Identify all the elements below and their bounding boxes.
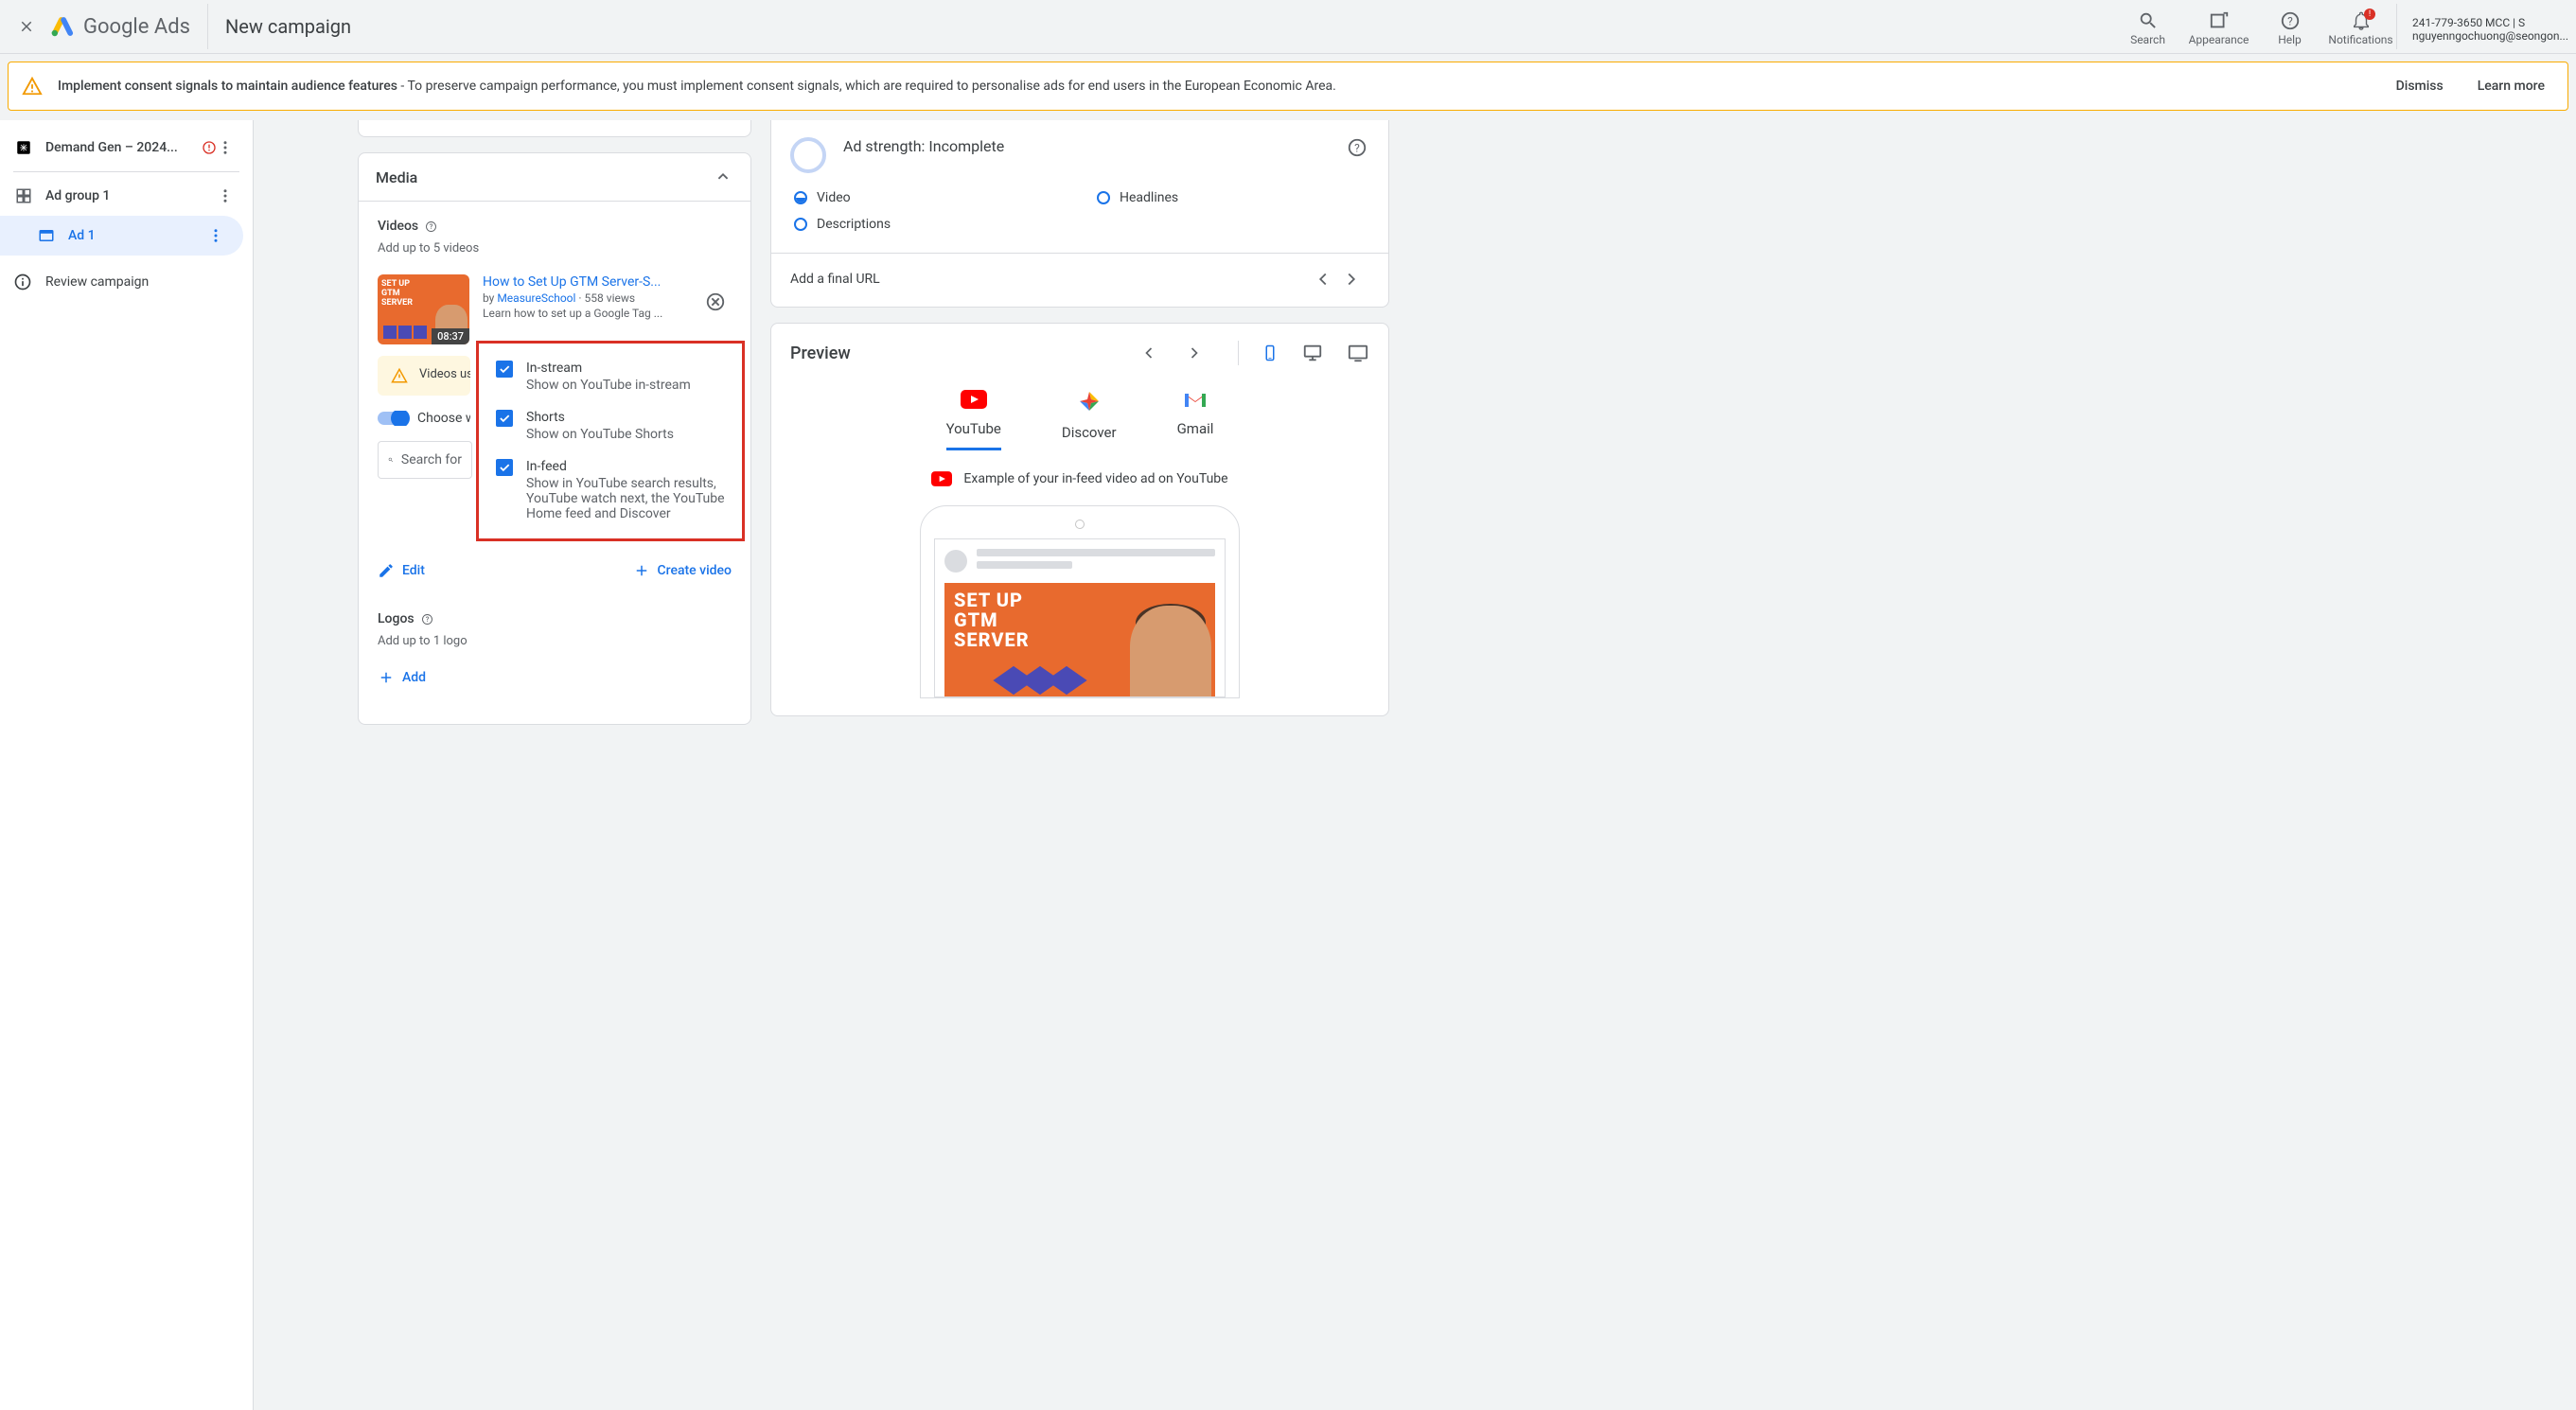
adgroup-icon bbox=[13, 185, 34, 206]
instream-sublabel: Show on YouTube in-stream bbox=[526, 378, 691, 393]
shorts-sublabel: Show on YouTube Shorts bbox=[526, 427, 674, 442]
edit-button[interactable]: Edit bbox=[378, 562, 425, 579]
search-button[interactable]: Search bbox=[2112, 7, 2183, 46]
consent-alert-banner: Implement consent signals to maintain au… bbox=[8, 62, 2568, 111]
alert-message: Implement consent signals to maintain au… bbox=[58, 79, 2372, 94]
preview-caption: Example of your in-feed video ad on YouT… bbox=[790, 471, 1369, 486]
page-title: New campaign bbox=[225, 15, 351, 38]
tab-discover[interactable]: Discover bbox=[1062, 390, 1117, 450]
phone-speaker-icon bbox=[1075, 520, 1085, 529]
add-logo-button[interactable]: Add bbox=[378, 669, 732, 686]
video-warning: Videos usually bbox=[378, 356, 470, 396]
help-icon[interactable]: ? bbox=[424, 220, 438, 234]
sidebar: Demand Gen – 2024... Ad group 1 Ad 1 bbox=[0, 120, 254, 1410]
remove-video-button[interactable] bbox=[705, 291, 732, 312]
infeed-label: In-feed bbox=[526, 459, 725, 474]
svg-text:?: ? bbox=[425, 616, 429, 624]
device-mobile-icon[interactable] bbox=[1262, 341, 1279, 365]
infeed-sublabel: Show in YouTube search results, YouTube … bbox=[526, 476, 725, 521]
more-icon[interactable] bbox=[207, 227, 234, 244]
ad-strength-title: Ad strength: Incomplete bbox=[843, 137, 1330, 155]
learn-more-button[interactable]: Learn more bbox=[2468, 79, 2554, 94]
shorts-label: Shorts bbox=[526, 410, 674, 425]
svg-text:?: ? bbox=[1354, 142, 1360, 155]
appearance-button[interactable]: Appearance bbox=[2183, 7, 2254, 46]
ad-icon bbox=[36, 225, 57, 246]
preview-title: Preview bbox=[790, 344, 1122, 363]
help-button[interactable]: ? Help bbox=[2254, 7, 2325, 46]
video-meta: by MeasureSchool · 558 views bbox=[483, 291, 692, 305]
video-format-options: In-stream Show on YouTube in-stream Shor… bbox=[476, 341, 745, 541]
preview-video-thumbnail: SET UP GTM SERVER bbox=[944, 583, 1215, 696]
previous-card-stub bbox=[358, 120, 751, 137]
create-video-button[interactable]: Create video bbox=[633, 562, 732, 579]
info-icon bbox=[13, 273, 32, 291]
notification-badge: ! bbox=[2364, 9, 2375, 20]
account-info[interactable]: 241-779-3650 MCC | S nguyenngochuong@seo… bbox=[2396, 4, 2568, 49]
tab-youtube[interactable]: YouTube bbox=[946, 390, 1001, 450]
video-thumbnail[interactable]: SET UP GTM SERVER 08:37 bbox=[378, 274, 469, 344]
checkbox-shorts[interactable] bbox=[496, 410, 513, 427]
svg-text:?: ? bbox=[430, 223, 433, 231]
video-search-input[interactable]: Search for bbox=[378, 441, 472, 479]
youtube-icon bbox=[961, 390, 987, 409]
strength-item-video: Video bbox=[794, 190, 1040, 205]
sidebar-item-ad[interactable]: Ad 1 bbox=[0, 216, 243, 256]
help-icon[interactable]: ? bbox=[1347, 137, 1369, 158]
youtube-icon bbox=[931, 471, 952, 486]
device-desktop-icon[interactable] bbox=[1301, 343, 1324, 363]
final-url-row: Add a final URL bbox=[790, 269, 1369, 290]
more-icon[interactable] bbox=[217, 139, 243, 156]
notifications-button[interactable]: ! Notifications bbox=[2325, 7, 2396, 46]
checkbox-instream[interactable] bbox=[496, 361, 513, 378]
google-ads-logo-icon bbox=[49, 13, 76, 40]
video-item: SET UP GTM SERVER 08:37 How to Set Up GT… bbox=[378, 274, 732, 344]
videos-label: Videos ? bbox=[378, 219, 732, 234]
ad-strength-card: Ad strength: Incomplete ? Video Headline… bbox=[770, 120, 1389, 308]
svg-text:?: ? bbox=[2287, 15, 2293, 28]
media-card: Media Videos ? Add up to 5 videos SET UP… bbox=[358, 152, 751, 725]
video-description: Learn how to set up a Google Tag ... bbox=[483, 307, 692, 320]
preview-next-button[interactable] bbox=[1185, 344, 1213, 362]
video-channel-link[interactable]: MeasureSchool bbox=[497, 291, 575, 305]
choose-toggle-row: Choose wh bbox=[378, 411, 470, 426]
warning-icon bbox=[391, 367, 408, 384]
phone-preview: SET UP GTM SERVER bbox=[920, 505, 1240, 698]
error-icon bbox=[202, 140, 217, 155]
help-icon[interactable]: ? bbox=[420, 612, 434, 626]
strength-item-descriptions: Descriptions bbox=[794, 217, 1040, 232]
gmail-icon bbox=[1183, 390, 1208, 409]
campaign-icon bbox=[13, 137, 34, 158]
next-tip-button[interactable] bbox=[1341, 269, 1369, 290]
header-divider bbox=[207, 4, 208, 49]
dismiss-button[interactable]: Dismiss bbox=[2387, 79, 2453, 94]
logos-sublabel: Add up to 1 logo bbox=[378, 634, 732, 648]
preview-card: Preview YouTube bbox=[770, 323, 1389, 716]
sidebar-review-campaign[interactable]: Review campaign bbox=[0, 256, 253, 308]
preview-prev-button[interactable] bbox=[1139, 344, 1168, 362]
video-title-link[interactable]: How to Set Up GTM Server-S... bbox=[483, 274, 692, 290]
prev-tip-button[interactable] bbox=[1313, 269, 1341, 290]
strength-item-headlines: Headlines bbox=[1097, 190, 1343, 205]
avatar-placeholder bbox=[944, 550, 967, 573]
tab-gmail[interactable]: Gmail bbox=[1177, 390, 1214, 450]
checkbox-infeed[interactable] bbox=[496, 459, 513, 476]
toggle-switch[interactable] bbox=[378, 412, 408, 425]
collapse-icon[interactable] bbox=[713, 167, 733, 187]
device-tv-icon[interactable] bbox=[1347, 343, 1369, 363]
media-card-title: Media bbox=[376, 168, 713, 186]
app-header: Google Ads New campaign Search Appearanc… bbox=[0, 0, 2576, 54]
logos-label: Logos ? bbox=[378, 611, 732, 626]
warning-icon bbox=[22, 76, 43, 97]
discover-icon bbox=[1078, 390, 1101, 413]
close-button[interactable] bbox=[8, 8, 45, 45]
more-icon[interactable] bbox=[217, 187, 243, 204]
instream-label: In-stream bbox=[526, 361, 691, 376]
strength-meter-icon bbox=[790, 137, 826, 173]
product-name: Google Ads bbox=[83, 15, 190, 39]
sidebar-item-adgroup[interactable]: Ad group 1 bbox=[0, 176, 253, 216]
sidebar-item-campaign[interactable]: Demand Gen – 2024... bbox=[0, 128, 253, 167]
videos-sublabel: Add up to 5 videos bbox=[378, 241, 732, 256]
